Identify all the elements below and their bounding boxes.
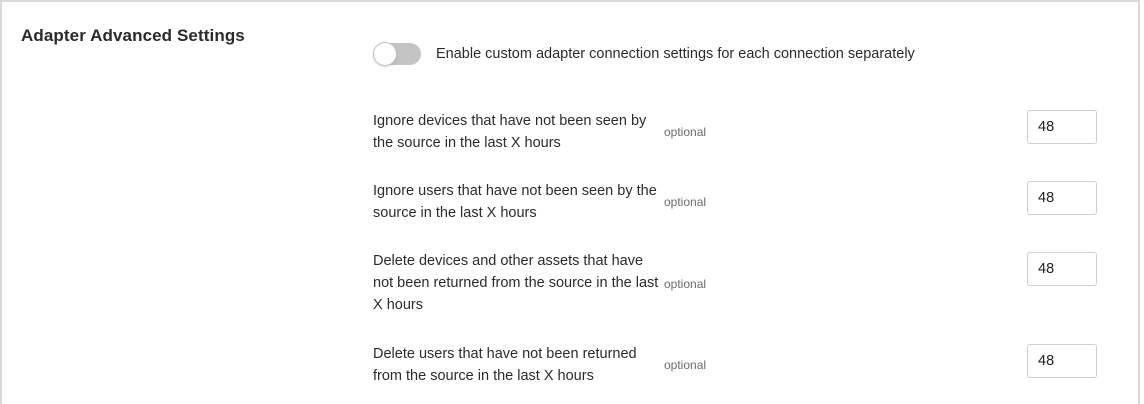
optional-tag: optional [664,125,707,139]
ignore-devices-hours-input[interactable] [1027,110,1097,144]
custom-connection-settings-toggle[interactable] [373,42,421,66]
custom-connection-settings-toggle-row: Enable custom adapter connection setting… [373,42,915,66]
delete-devices-hours-input[interactable] [1027,252,1097,286]
ignore-users-hours-input[interactable] [1027,181,1097,215]
section-title: Adapter Advanced Settings [21,26,245,45]
setting-label-delete-devices: Delete devices and other assets that hav… [373,253,659,313]
optional-tag: optional [664,277,707,291]
setting-label-ignore-users: Ignore users that have not been seen by … [373,183,657,221]
optional-tag: optional [664,195,707,209]
adapter-advanced-settings-panel: Adapter Advanced Settings Enable custom … [0,0,1140,404]
toggle-knob [373,42,397,66]
setting-label-ignore-devices: Ignore devices that have not been seen b… [373,113,647,151]
optional-tag: optional [664,358,707,372]
delete-users-hours-input[interactable] [1027,344,1097,378]
toggle-label: Enable custom adapter connection setting… [436,46,915,62]
setting-label-delete-users: Delete users that have not been returned… [373,346,637,384]
